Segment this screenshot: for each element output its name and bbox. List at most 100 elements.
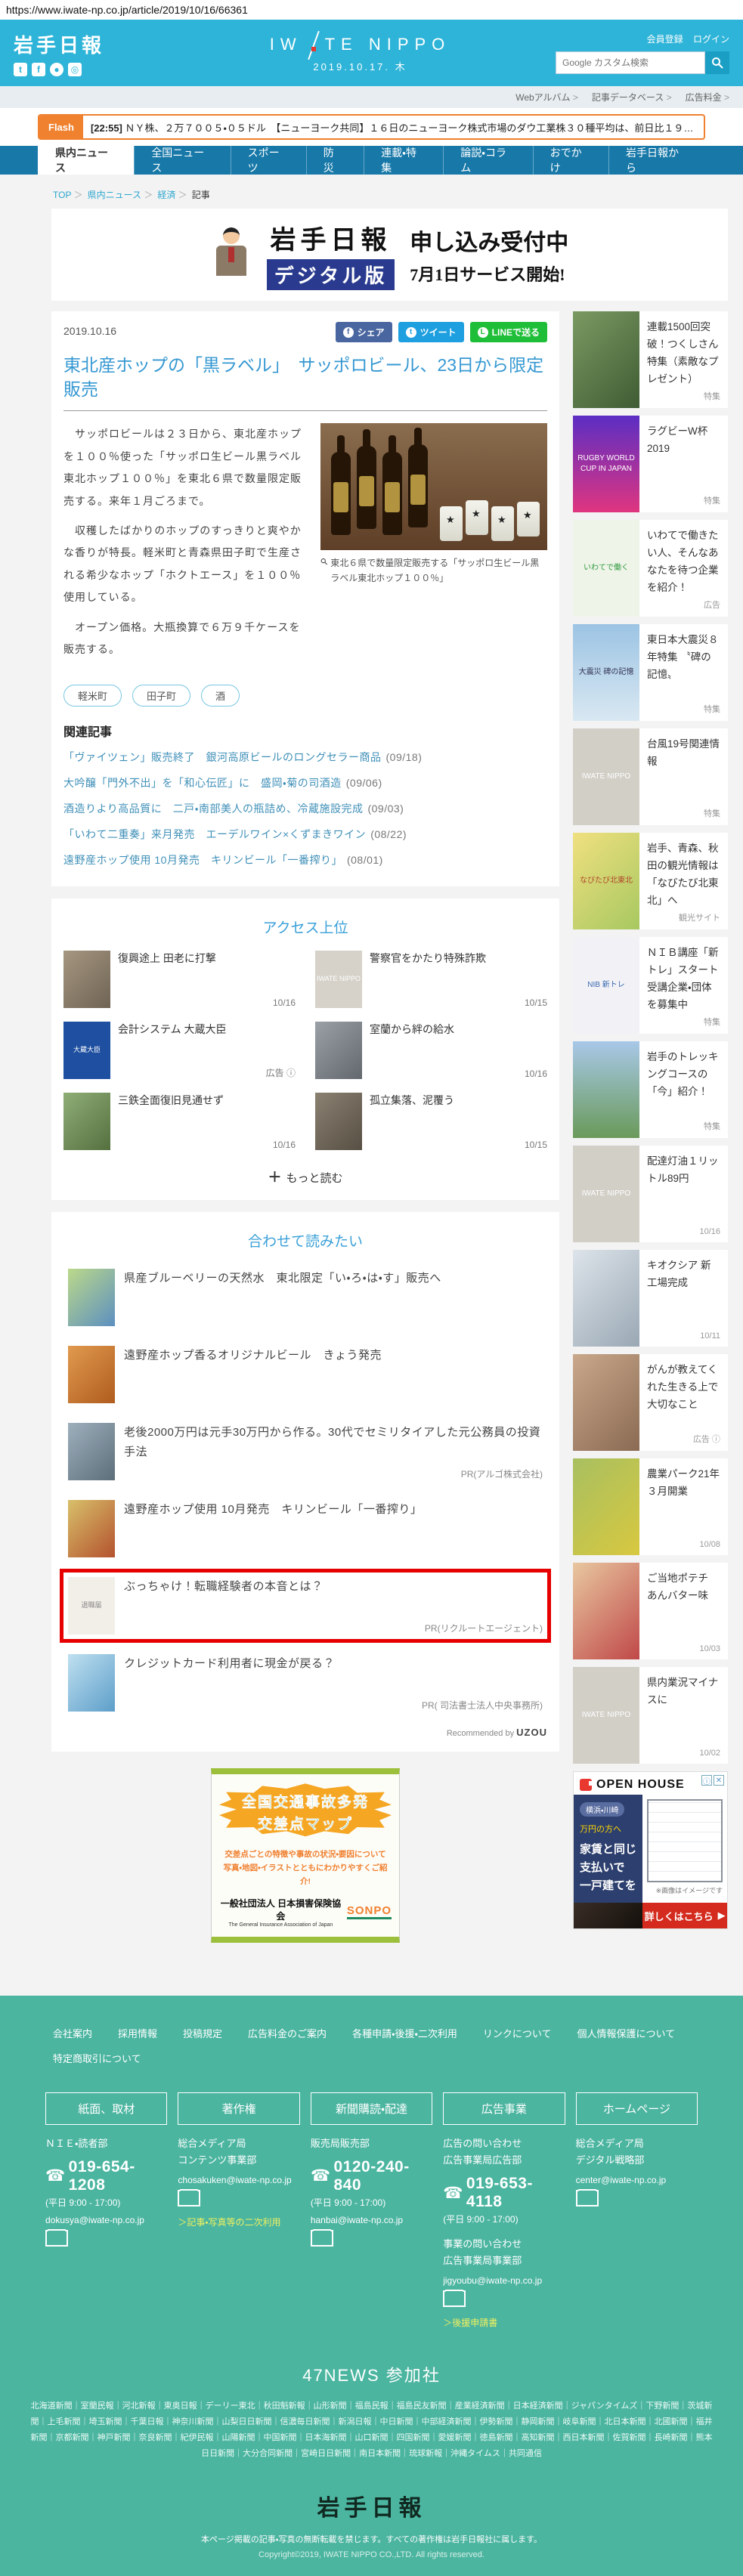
tag-pill[interactable]: 酒 <box>201 685 240 707</box>
envelope-icon[interactable] <box>45 2230 68 2247</box>
recommended-item[interactable]: クレジットカード利用者に現金が戻る？ PR( 司法書士法人中央事務所) <box>63 1650 547 1716</box>
digital-edition-banner-ad[interactable]: 岩手日報 デジタル版 申し込み受付中 7月1日サービス開始! <box>51 209 728 301</box>
sidebar-item[interactable]: IWATE NIPPO 配達灯油１リットル89円 10/16 <box>573 1146 728 1242</box>
related-article-link[interactable]: 「ヴァイツェン」販売終了 銀河高原ビールのロングセラー商品(09/18) <box>63 744 547 770</box>
related-article-link[interactable]: 「いわて二重奏」来月発売 エーデルワイン×くずまきワイン(08/22) <box>63 821 547 847</box>
facebook-icon[interactable]: f <box>32 63 45 76</box>
ad-close-icon[interactable]: ✕ <box>714 1775 724 1786</box>
access-ranking-item[interactable]: 復興途上 田老に打撃 10/16 <box>63 951 296 1008</box>
read-more-button[interactable]: ＋もっと読む <box>63 1167 547 1186</box>
sidebar-item[interactable]: いわてで働く いわてで働きたい人、そんなあなたを待つ企業を紹介！ 広告 <box>573 520 728 617</box>
recommended-item[interactable]: 老後2000万円は元手30万円から作る。30代でセミリタイアした元公務員の投資手… <box>63 1418 547 1485</box>
related-article-link[interactable]: 酒造りより高品質に 二戸・南部美人の瓶詰め、冷蔵施設完成(09/03) <box>63 796 547 821</box>
tag-pill[interactable]: 軽米町 <box>63 685 122 707</box>
nav-tab[interactable]: 全国ニュース <box>134 146 230 175</box>
footer-link[interactable]: 特定商取引について <box>53 2051 141 2065</box>
nav-tab[interactable]: スポーツ <box>231 146 306 175</box>
item-thumbnail <box>315 1022 362 1079</box>
instagram-icon[interactable]: ◎ <box>68 63 82 76</box>
related-article-link[interactable]: 遠野産ホップ使用 10月発売 キリンビール「一番搾り」(08/01) <box>63 847 547 873</box>
sidebar-item[interactable]: 岩手のトレッキングコースの「今」紹介！ 特集 <box>573 1041 728 1138</box>
ad-info-icon[interactable]: ⓘ <box>701 1775 712 1786</box>
site-header: 岩手日報 t f ● ◎ IW TE NIPPO 2019.10.17. 木 会… <box>0 20 743 86</box>
flash-box[interactable]: Flash [22:55] ＮＹ株、２万７００５・０５ドル 【ニューヨーク共同】… <box>38 114 705 140</box>
footer-link[interactable]: 各種申請・後援・二次利用 <box>352 2026 457 2040</box>
ad-area-pill: 横浜・川崎 <box>580 1802 624 1817</box>
related-article-link[interactable]: 大吟醸「門外不出」を「和心伝匠」に 盛岡・菊の司酒造(09/06) <box>63 770 547 796</box>
footer-link[interactable]: 広告料金のご案内 <box>248 2026 327 2040</box>
twitter-share-button[interactable]: tツイート <box>398 322 464 342</box>
footer-link[interactable]: リンクについて <box>483 2026 552 2040</box>
footer-link[interactable]: 投稿規定 <box>183 2026 222 2040</box>
breadcrumb-link[interactable]: 経済 <box>157 188 187 201</box>
sidebar-item[interactable]: がんが教えてくれた生きる上で大切なこと 広告 ⓘ <box>573 1354 728 1451</box>
tag-pill[interactable]: 田子町 <box>132 685 190 707</box>
recommended-list: 県産ブルーベリーの天然水 東北限定「い・ろ・は・す」販売へ 遠野産ホップ香るオリ… <box>63 1264 547 1716</box>
ad-detail-button[interactable]: 詳しくはこちら▶ <box>642 1903 727 1928</box>
openhouse-banner-ad[interactable]: ⓘ ✕ OPEN HOUSE 横浜・川崎 万円の方へ 家賃と同じ支払いで一戸建て… <box>573 1771 728 1929</box>
login-link[interactable]: ログイン <box>693 34 729 45</box>
item-thumbnail: RUGBY WORLD CUP IN JAPAN <box>573 416 639 512</box>
sidebar-item[interactable]: IWATE NIPPO 台風19号関連情報 特集 <box>573 728 728 825</box>
search-input[interactable] <box>556 51 705 74</box>
article-title: 東北産ホップの「黒ラベル」 サッポロビール、23日から限定販売 <box>63 353 547 401</box>
access-ranking-item[interactable]: IWATE NIPPO 警察官をかたり特殊詐欺 10/15 <box>315 951 547 1008</box>
nav-tab[interactable]: 県内ニュース <box>38 146 134 175</box>
sidebar-item[interactable]: キオクシア 新工場完成 10/11 <box>573 1250 728 1347</box>
facebook-share-button[interactable]: fシェア <box>336 322 392 342</box>
envelope-icon[interactable] <box>311 2230 333 2247</box>
plus-icon: ＋ <box>268 1170 281 1185</box>
sidebar-item[interactable]: 農業パーク21年３月開業 10/08 <box>573 1458 728 1555</box>
access-ranking-item[interactable]: 大蔵大臣 会計システム 大蔵大臣 広告 ⓘ <box>63 1022 296 1079</box>
article-photo[interactable]: 東北６県で数量限定販売する「サッポロ生ビール黒ラベル東北ホップ１００％」 <box>320 423 547 668</box>
sidebar-item[interactable]: なびたび北東北 岩手、青森、秋田の観光情報は「なびたび北東北」へ 観光サイト <box>573 833 728 929</box>
browser-url[interactable]: https://www.iwate-np.co.jp/article/2019/… <box>0 0 743 20</box>
recommended-item[interactable]: 遠野産ホップ香るオリジナルビール きょう発売 <box>63 1341 547 1408</box>
subnav-link[interactable]: Webアルバム <box>515 91 578 104</box>
sidebar-item[interactable]: 連載1500回突破！つくしさん特集（素敵なプレゼント） 特集 <box>573 311 728 408</box>
sponsorship-form-link[interactable]: ＞後援申請書 <box>443 2316 565 2329</box>
recommended-item[interactable]: 遠野産ホップ使用 10月発売 キリンビール「一番搾り」 <box>63 1495 547 1562</box>
site-logo[interactable]: 岩手日報 <box>14 30 165 58</box>
recommended-item[interactable]: 県産ブルーベリーの天然水 東北限定「い・ろ・は・す」販売へ <box>63 1264 547 1331</box>
footer-link[interactable]: 個人情報保護について <box>577 2026 676 2040</box>
subnav-link[interactable]: 記事データベース <box>592 91 672 104</box>
access-ranking-item[interactable]: 孤立集落、泥覆う 10/15 <box>315 1093 547 1150</box>
breadcrumb-link[interactable]: 記事 <box>192 188 210 201</box>
nav-tab[interactable]: 連載・特集 <box>364 146 443 175</box>
sidebar-item[interactable]: NIB 新トレ ＮＩＢ講座「新トレ」スタート 受講企業・団体を募集中 特集 <box>573 937 728 1034</box>
access-ranking-item[interactable]: 三鉄全面復旧見通せず 10/16 <box>63 1093 296 1150</box>
breadcrumb-link[interactable]: 県内ニュース <box>88 188 153 201</box>
nav-tab[interactable]: 論説・コラム <box>443 146 532 175</box>
item-thumbnail: IWATE NIPPO <box>573 1667 639 1764</box>
envelope-icon[interactable] <box>576 2190 599 2206</box>
ad-burst: 全国交通事故多発 交差点マップ <box>219 1783 392 1841</box>
sidebar-item[interactable]: 大震災 碑の記憶 東日本大震災８年特集 〝碑の記憶〟 特集 <box>573 624 728 721</box>
envelope-icon[interactable] <box>178 2190 200 2206</box>
footer-link[interactable]: 採用情報 <box>118 2026 157 2040</box>
line-share-button[interactable]: LLINEで送る <box>470 322 547 342</box>
twitter-icon[interactable]: t <box>14 63 27 76</box>
item-title: 農業パーク21年３月開業 <box>647 1466 720 1501</box>
banner-badge: デジタル版 <box>267 259 395 290</box>
sidebar-list: 連載1500回突破！つくしさん特集（素敵なプレゼント） 特集 RUGBY WOR… <box>573 311 728 1764</box>
footer-link[interactable]: 会社案内 <box>53 2026 92 2040</box>
nav-tab[interactable]: 防 災 <box>306 146 364 175</box>
nav-tab[interactable]: 岩手日報から <box>608 146 705 175</box>
sidebar-item[interactable]: IWATE NIPPO 県内業況マイナスに 10/02 <box>573 1667 728 1764</box>
blog-icon[interactable]: ● <box>50 63 63 76</box>
sonpo-banner-ad[interactable]: 全国交通事故多発 交差点マップ 交差点ごとの特徴や事故の状況・要因について 写真… <box>211 1768 400 1943</box>
register-link[interactable]: 会員登録 <box>647 34 683 45</box>
search-button[interactable] <box>705 51 729 74</box>
sidebar-item[interactable]: ご当地ポテチ あんバター味 10/03 <box>573 1563 728 1659</box>
sidebar-item[interactable]: RUGBY WORLD CUP IN JAPAN ラグビーW杯2019 特集 <box>573 416 728 512</box>
breadcrumb-link[interactable]: TOP <box>53 188 83 201</box>
envelope-icon[interactable] <box>443 2290 466 2307</box>
secondary-use-link[interactable]: ＞記事・写真等の二次利用 <box>178 2216 299 2228</box>
item-title: 室蘭から絆の給水 <box>370 1022 547 1038</box>
recommended-item[interactable]: 退職届 ぶっちゃけ！転職経験者の本音とは？ PR(リクルートエージェント) <box>63 1573 547 1639</box>
item-title: 老後2000万円は元手30万円から作る。30代でセミリタイアした元公務員の投資手… <box>124 1423 543 1461</box>
subnav-link[interactable]: 広告料金 <box>686 91 729 104</box>
access-ranking-item[interactable]: 室蘭から絆の給水 10/16 <box>315 1022 547 1079</box>
nav-tab[interactable]: おでかけ <box>533 146 608 175</box>
